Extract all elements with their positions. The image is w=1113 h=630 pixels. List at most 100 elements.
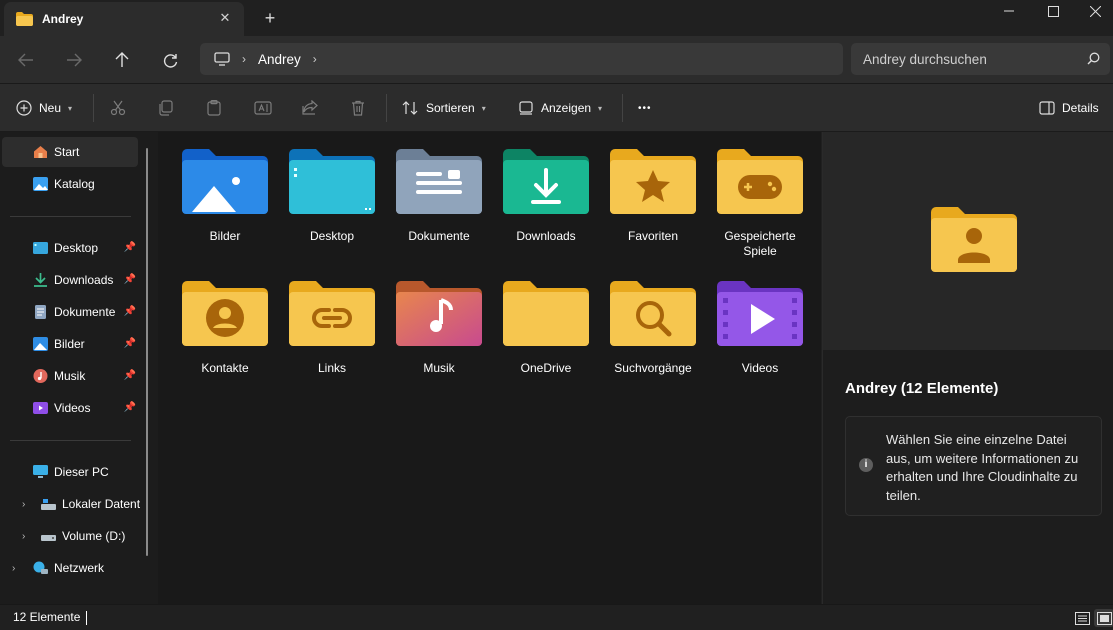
sidebar-item-network[interactable]: › Netzwerk bbox=[2, 553, 138, 583]
info-box: i Wählen Sie eine einzelne Datei aus, um… bbox=[845, 416, 1102, 516]
links-folder-icon bbox=[289, 281, 375, 346]
folder-icon bbox=[16, 12, 33, 26]
chevron-right-icon[interactable]: › bbox=[22, 499, 25, 510]
close-window-button[interactable] bbox=[1072, 0, 1113, 22]
details-pane: Andrey (12 Elemente) i Wählen Sie eine e… bbox=[822, 132, 1113, 604]
address-bar[interactable]: › Andrey › bbox=[200, 43, 843, 75]
downloads-folder-icon bbox=[503, 149, 589, 214]
gallery-icon bbox=[33, 177, 48, 191]
up-button[interactable] bbox=[109, 48, 135, 72]
arrow-right-icon bbox=[67, 53, 82, 67]
share-icon bbox=[302, 100, 318, 115]
sidebar-item-katalog[interactable]: Katalog bbox=[2, 169, 138, 199]
close-icon bbox=[1089, 5, 1101, 17]
sort-icon bbox=[402, 101, 418, 115]
info-text: Wählen Sie eine einzelne Datei aus, um w… bbox=[886, 432, 1079, 503]
refresh-button[interactable] bbox=[157, 48, 183, 72]
sidebar-item-local-disk[interactable]: › Lokaler Datent bbox=[2, 489, 140, 519]
chevron-right-icon[interactable]: › bbox=[12, 563, 15, 574]
documents-folder-icon bbox=[396, 149, 482, 214]
computer-icon bbox=[33, 465, 48, 478]
copy-button[interactable] bbox=[158, 96, 174, 120]
navigation-pane: Start Katalog Desktop 📌 Downloads 📌 Doku… bbox=[0, 132, 158, 604]
view-button[interactable]: Anzeigen ▾ bbox=[519, 96, 602, 120]
minimize-button[interactable] bbox=[986, 0, 1032, 22]
contacts-folder-icon bbox=[182, 281, 268, 346]
tab-title: Andrey bbox=[42, 12, 84, 26]
sidebar-item-this-pc[interactable]: ⌄ Dieser PC bbox=[2, 457, 138, 487]
command-bar: Neu ▾ Sortieren ▾ Anzeigen ▾ ••• Details bbox=[0, 84, 1113, 132]
favorites-folder-icon bbox=[610, 149, 696, 214]
folder-item-links[interactable]: Links bbox=[280, 264, 384, 376]
folder-item-onedrive[interactable]: OneDrive bbox=[494, 264, 598, 376]
sidebar-item-start[interactable]: Start bbox=[2, 137, 138, 167]
chevron-down-icon: ▾ bbox=[68, 103, 73, 113]
file-list: Bilder Desktop Dokumente Downloads Favor… bbox=[158, 132, 821, 604]
item-count: 12 Elemente bbox=[13, 610, 81, 624]
sort-button[interactable]: Sortieren ▾ bbox=[402, 96, 486, 120]
folder-item-favoriten[interactable]: Favoriten bbox=[601, 132, 705, 244]
delete-button[interactable] bbox=[350, 96, 366, 120]
status-bar: 12 Elemente bbox=[0, 604, 1113, 630]
folder-item-videos[interactable]: Videos bbox=[708, 264, 812, 376]
sidebar-item-videos[interactable]: Videos 📌 bbox=[2, 393, 138, 423]
pin-icon[interactable]: 📌 bbox=[124, 242, 136, 253]
new-button[interactable]: Neu ▾ bbox=[16, 96, 72, 120]
music-icon bbox=[33, 369, 48, 383]
tab-close-icon[interactable]: ✕ bbox=[218, 10, 232, 25]
details-title: Andrey (12 Elemente) bbox=[845, 380, 999, 397]
searches-folder-icon bbox=[610, 281, 696, 346]
paste-button[interactable] bbox=[206, 96, 222, 120]
folder-item-suchvorgaenge[interactable]: Suchvorgänge bbox=[601, 264, 705, 376]
pin-icon[interactable]: 📌 bbox=[124, 402, 136, 413]
folder-icon bbox=[503, 281, 589, 346]
title-bar: Andrey ✕ + bbox=[0, 0, 1113, 36]
arrow-up-icon bbox=[115, 52, 129, 67]
list-view-icon bbox=[1074, 611, 1090, 625]
pin-icon[interactable]: 📌 bbox=[124, 274, 136, 285]
folder-item-desktop[interactable]: Desktop bbox=[280, 132, 384, 244]
sidebar-item-volume-d[interactable]: › Volume (D:) bbox=[2, 521, 138, 551]
chevron-right-icon[interactable]: › bbox=[313, 52, 317, 66]
folder-item-bilder[interactable]: Bilder bbox=[173, 132, 277, 244]
folder-item-downloads[interactable]: Downloads bbox=[494, 132, 598, 244]
details-view-button[interactable] bbox=[1072, 609, 1092, 627]
pin-icon[interactable]: 📌 bbox=[124, 306, 136, 317]
maximize-button[interactable] bbox=[1030, 0, 1076, 22]
details-button[interactable]: Details bbox=[1039, 96, 1099, 120]
share-button[interactable] bbox=[302, 96, 318, 120]
folder-item-dokumente[interactable]: Dokumente bbox=[387, 132, 491, 244]
breadcrumb-andrey[interactable]: Andrey bbox=[258, 52, 301, 67]
download-icon bbox=[34, 273, 47, 287]
grid-view-icon bbox=[1096, 611, 1112, 625]
cut-button[interactable] bbox=[110, 96, 126, 120]
pin-icon[interactable]: 📌 bbox=[124, 370, 136, 381]
sidebar-item-musik[interactable]: Musik 📌 bbox=[2, 361, 138, 391]
folder-item-kontakte[interactable]: Kontakte bbox=[173, 264, 277, 376]
pin-icon[interactable]: 📌 bbox=[124, 338, 136, 349]
search-icon bbox=[1087, 52, 1100, 65]
folder-item-musik[interactable]: Musik bbox=[387, 264, 491, 376]
desktop-folder-icon bbox=[289, 149, 375, 214]
rename-button[interactable] bbox=[254, 96, 272, 120]
search-input[interactable]: Andrey durchsuchen bbox=[851, 43, 1110, 75]
maximize-icon bbox=[1047, 5, 1059, 17]
sidebar-item-desktop[interactable]: Desktop 📌 bbox=[2, 233, 138, 263]
sidebar-item-downloads[interactable]: Downloads 📌 bbox=[2, 265, 138, 295]
navigation-bar: › Andrey › Andrey durchsuchen bbox=[0, 36, 1113, 84]
new-tab-button[interactable]: + bbox=[262, 9, 278, 27]
music-folder-icon bbox=[396, 281, 482, 346]
forward-button[interactable] bbox=[61, 48, 87, 72]
new-label: Neu bbox=[39, 101, 62, 115]
videos-folder-icon bbox=[717, 281, 803, 346]
sidebar-item-bilder[interactable]: Bilder 📌 bbox=[2, 329, 138, 359]
chevron-right-icon[interactable]: › bbox=[22, 531, 25, 542]
back-button[interactable] bbox=[13, 48, 39, 72]
sidebar-item-dokumente[interactable]: Dokumente 📌 bbox=[2, 297, 138, 327]
more-options-button[interactable]: ••• bbox=[638, 96, 652, 120]
tiles-view-button[interactable] bbox=[1094, 609, 1113, 627]
sidebar-scrollbar[interactable] bbox=[146, 148, 148, 556]
pictures-icon bbox=[33, 337, 48, 351]
folder-item-gespeicherte-spiele[interactable]: Gespeicherte Spiele bbox=[708, 132, 812, 259]
tab-andrey[interactable]: Andrey ✕ bbox=[4, 2, 244, 36]
